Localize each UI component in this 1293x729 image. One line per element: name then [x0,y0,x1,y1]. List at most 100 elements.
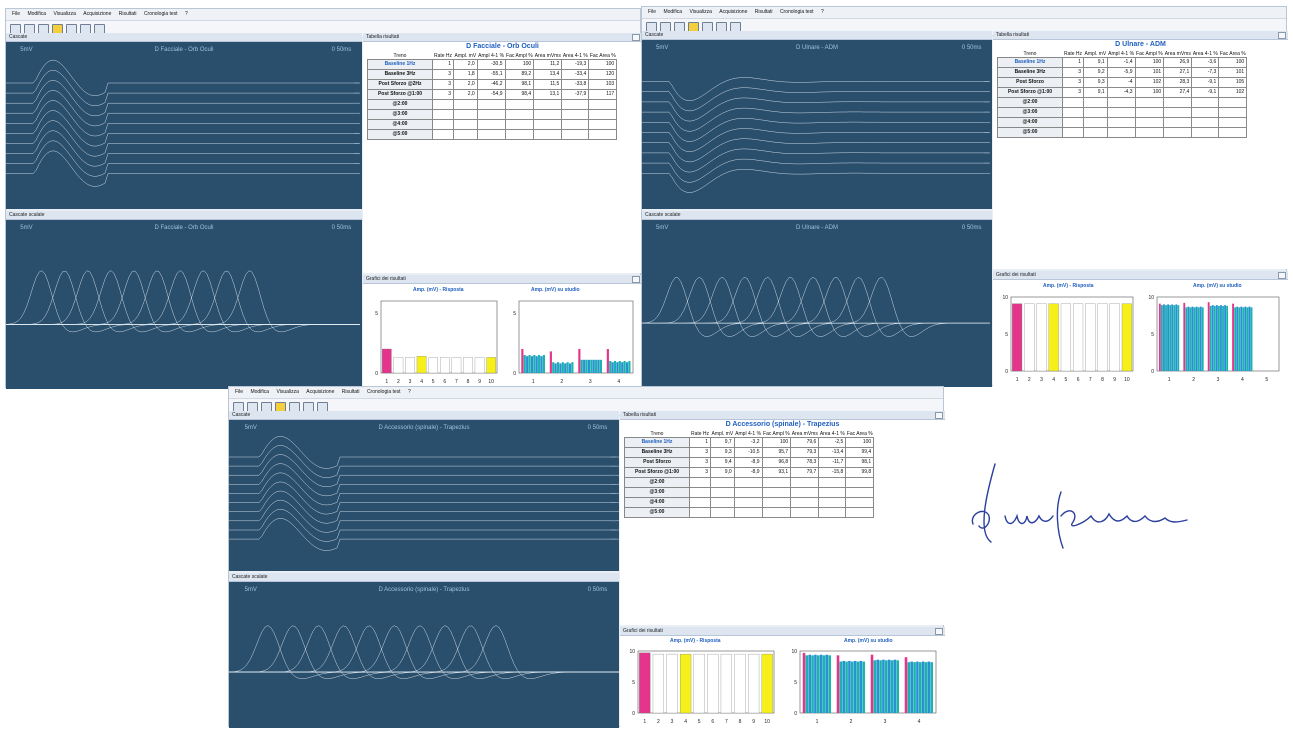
bar [530,356,534,373]
close-icon[interactable] [632,34,640,41]
train-button[interactable]: @4:00 [367,119,433,130]
menu-file[interactable]: File [12,11,20,17]
train-button[interactable]: Post Sforzo [624,457,690,468]
menu-risultati[interactable]: Risultati [342,389,360,395]
menu-modifica[interactable]: Modifica [663,9,682,15]
menu-help[interactable]: ? [185,11,188,17]
menu-acquisizione[interactable]: Acquisizione [83,11,111,17]
menu-acquisizione[interactable]: Acquisizione [306,389,334,395]
table-cell [710,487,735,498]
table-cell: 99,8 [845,467,875,478]
traces-plot: 5mV D Accessorio (spinale) - Trapezius 0 5… [229,425,619,551]
graphs-pane: Grafici dei risultati Amp. (mV) - Rispos… [993,271,1288,387]
table-cell: 100 [845,437,875,448]
menu-file[interactable]: File [648,9,656,15]
waveform-trace [6,270,360,333]
x-tick-label: 5 [1265,377,1268,383]
waveform-trace [642,97,990,122]
table-row: Post Sforzo @1:00 3 2,0 -54,9 98,4 13,1 -37,9 1… [367,89,618,100]
close-icon[interactable] [632,276,640,283]
menu-visualizza[interactable]: Visualizza [276,389,298,395]
x-tick-label: 6 [1077,377,1080,383]
train-button[interactable]: @3:00 [624,487,690,498]
column-header: Ampl. mV [1084,51,1107,57]
train-button[interactable]: @5:00 [624,507,690,518]
train-button[interactable]: @5:00 [997,127,1063,138]
menu-modifica[interactable]: Modifica [27,11,46,17]
menu-help[interactable]: ? [408,389,411,395]
train-button[interactable]: Post Sforzo @1:00 [367,89,433,100]
bar [1177,305,1180,371]
train-button[interactable]: @2:00 [367,99,433,110]
train-button[interactable]: @4:00 [624,497,690,508]
waveform-trace [229,454,619,487]
waveform-trace [642,277,990,337]
table-cell [1083,97,1108,108]
close-icon[interactable] [1278,272,1286,279]
train-button[interactable]: @5:00 [367,129,433,140]
waveform-trace [229,625,619,679]
bar [616,362,619,373]
table-cell [1218,117,1248,128]
menu-acquisizione[interactable]: Acquisizione [719,9,747,15]
menu-visualizza[interactable]: Visualizza [689,9,711,15]
menu-cronologia[interactable]: Cronologia test [780,9,814,15]
table-header-row: Treno Rate Hz Ampl. mV Ampl 4-1 % Fac Ampl %… [625,431,874,438]
chart-svg: 10 5 0 1 2 3 4 5 6 7 8 9 10 [1002,295,1134,383]
table-cell [1191,117,1220,128]
table-cell [1163,117,1193,128]
table-cell [476,109,506,120]
train-button[interactable]: Post Sforzo @1:00 [624,467,690,478]
table-cell: 100 [1134,57,1165,68]
bar [556,362,560,373]
menu-help[interactable]: ? [821,9,824,15]
menu-modifica[interactable]: Modifica [250,389,269,395]
train-button[interactable]: Baseline 1Hz [997,57,1063,68]
menu-file[interactable]: File [235,389,243,395]
train-button[interactable]: Baseline 1Hz [624,437,690,448]
traces-pane: Cascate 5mV D Accessorio (spinale) - Trap… [229,411,619,571]
train-button[interactable]: Baseline 1Hz [367,59,433,70]
train-button[interactable]: Baseline 3Hz [367,69,433,80]
chart-svg: 10 5 0 1 2 3 4 [791,649,937,725]
table-cell: 103 [588,79,618,90]
table-title: D Ulnare - ADM [1115,41,1166,48]
bar [571,362,574,373]
menu-risultati[interactable]: Risultati [119,11,137,17]
bar [876,659,880,713]
menu-cronologia[interactable]: Cronologia test [144,11,178,17]
table-cell [1134,127,1165,138]
menu-cronologia[interactable]: Cronologia test [367,389,401,395]
bar [890,660,894,713]
column-header: Fac Ampl % [763,431,790,437]
bar [1248,306,1251,371]
bar [924,662,928,713]
train-button[interactable]: Baseline 3Hz [624,447,690,458]
close-icon[interactable] [935,628,943,635]
close-icon[interactable] [935,412,943,419]
train-button[interactable]: @4:00 [997,117,1063,128]
menu-risultati[interactable]: Risultati [755,9,773,15]
table-cell: 3 [689,467,711,478]
x-tick-label: 6 [443,379,446,385]
table-cell [561,129,590,140]
table-cell [588,109,618,120]
table-cell [588,99,618,110]
train-button[interactable]: Post Sforzo [997,77,1063,88]
close-icon[interactable] [1278,32,1286,39]
train-button[interactable]: Baseline 3Hz [997,67,1063,78]
menu-visualizza[interactable]: Visualizza [53,11,75,17]
train-button[interactable]: @3:00 [997,107,1063,118]
train-button[interactable]: Post Sforzo @1:00 [997,87,1063,98]
train-button[interactable]: Post Sforzo @2Hz [367,79,433,90]
bar [842,660,846,713]
waveform-trace [642,277,990,337]
train-button[interactable]: @2:00 [624,477,690,488]
table-row: @4:00 [997,117,1248,128]
table-cell: 100 [761,437,792,448]
train-button[interactable]: @2:00 [997,97,1063,108]
table-cell [1163,127,1193,138]
train-button[interactable]: @3:00 [367,109,433,120]
response-chart-title: Amp. (mV) - Risposta [1043,283,1094,289]
results-table-pane: Tabella risultati D Accessorio (spinale)… [620,411,945,625]
